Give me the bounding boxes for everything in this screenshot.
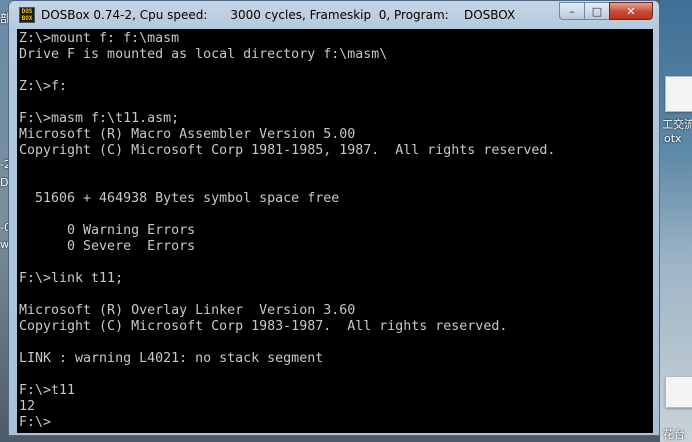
close-button[interactable]: ✕ bbox=[609, 2, 653, 20]
dos-console[interactable]: Z:\>mount f: f:\masm Drive F is mounted … bbox=[17, 29, 653, 433]
console-line: Drive F is mounted as local directory f:… bbox=[19, 47, 388, 62]
maximize-icon: □ bbox=[591, 4, 603, 18]
console-line: Z:\>mount f: f:\masm bbox=[19, 31, 180, 46]
minimize-icon: – bbox=[569, 4, 575, 18]
console-prompt-line: F:\> bbox=[19, 415, 52, 430]
console-line: F:\>t11 bbox=[19, 383, 76, 398]
console-line: F:\>masm f:\t11.asm; bbox=[19, 111, 180, 126]
console-line: 0 Severe Errors bbox=[19, 239, 196, 254]
close-icon: ✕ bbox=[626, 4, 636, 18]
console-line: 51606 + 464938 Bytes symbol space free bbox=[19, 191, 340, 206]
minimize-button[interactable]: – bbox=[559, 2, 585, 20]
dosbox-window: DOS BOX DOSBox 0.74-2, Cpu speed: 3000 c… bbox=[8, 0, 660, 436]
dosbox-app-icon[interactable]: DOS BOX bbox=[19, 7, 35, 23]
console-line: 0 Warning Errors bbox=[19, 223, 196, 238]
window-title: DOSBox 0.74-2, Cpu speed: 3000 cycles, F… bbox=[41, 8, 516, 22]
console-line: Microsoft (R) Overlay Linker Version 3.6… bbox=[19, 303, 356, 318]
console-line: F:\>link t11; bbox=[19, 271, 124, 286]
console-line: Copyright (C) Microsoft Corp 1981-1985, … bbox=[19, 143, 556, 158]
maximize-button[interactable]: □ bbox=[584, 2, 610, 20]
desktop-file-icon[interactable] bbox=[665, 76, 692, 112]
console-line: 12 bbox=[19, 399, 36, 414]
desktop-icon-label: otx bbox=[664, 132, 682, 145]
console-line: Z:\>f: bbox=[19, 79, 68, 94]
caption-buttons: – □ ✕ bbox=[559, 2, 653, 22]
console-line: LINK : warning L4021: no stack segment bbox=[19, 351, 324, 366]
desktop-file-icon[interactable] bbox=[665, 376, 692, 408]
desktop-icon-label: 花台 bbox=[663, 428, 685, 441]
console-line: Microsoft (R) Macro Assembler Version 5.… bbox=[19, 127, 356, 142]
title-bar[interactable]: DOS BOX DOSBox 0.74-2, Cpu speed: 3000 c… bbox=[9, 1, 659, 29]
console-line: Copyright (C) Microsoft Corp 1983-1987. … bbox=[19, 319, 508, 334]
desktop-icon-label: 工交流 bbox=[662, 118, 692, 131]
